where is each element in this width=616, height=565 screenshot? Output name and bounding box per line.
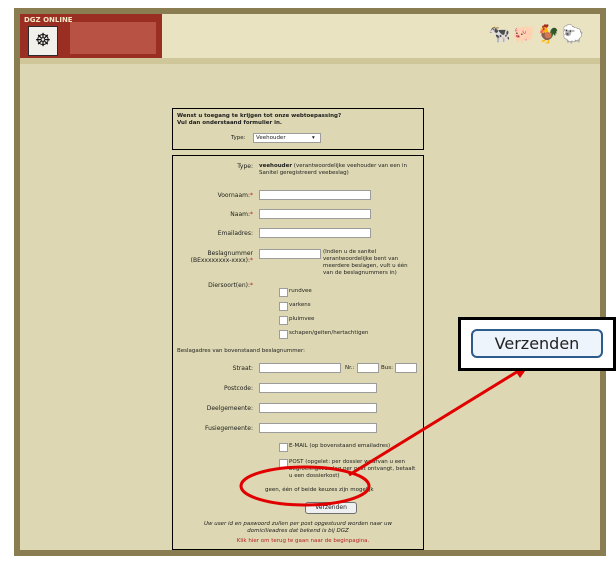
red-arrow-icon [348, 368, 521, 477]
zoomed-verzenden-button[interactable]: Verzenden [471, 329, 603, 358]
zoom-callout: Verzenden [458, 317, 616, 371]
red-circle-icon [239, 465, 371, 507]
annotation-overlay [239, 364, 530, 507]
